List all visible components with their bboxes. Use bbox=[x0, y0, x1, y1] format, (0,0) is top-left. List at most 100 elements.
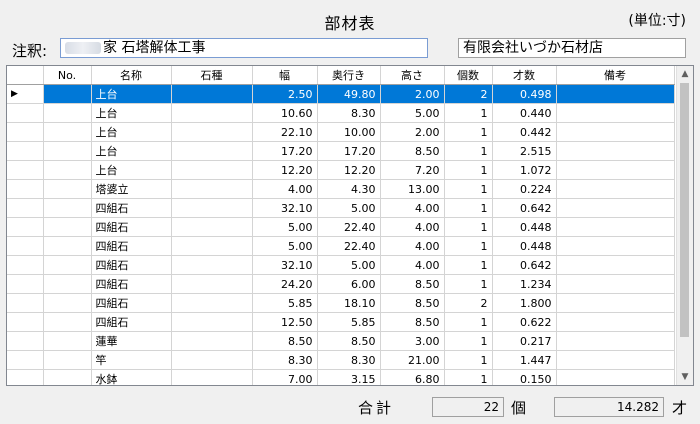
col-header-remarks[interactable]: 備考 bbox=[556, 66, 675, 85]
cell-height[interactable]: 2.00 bbox=[380, 84, 445, 104]
cell-width[interactable]: 32.10 bbox=[252, 255, 318, 275]
cell-count[interactable]: 1 bbox=[444, 274, 493, 294]
cell-name[interactable]: 上台 bbox=[91, 103, 172, 123]
cell-remarks[interactable] bbox=[556, 369, 675, 385]
cell-no[interactable] bbox=[43, 236, 92, 256]
cell-sai[interactable]: 0.440 bbox=[492, 103, 557, 123]
row-header[interactable] bbox=[7, 312, 44, 332]
cell-remarks[interactable] bbox=[556, 293, 675, 313]
cell-depth[interactable]: 18.10 bbox=[317, 293, 381, 313]
cell-name[interactable]: 上台 bbox=[91, 160, 172, 180]
cell-count[interactable]: 1 bbox=[444, 217, 493, 237]
cell-depth[interactable]: 5.00 bbox=[317, 198, 381, 218]
cell-no[interactable] bbox=[43, 198, 92, 218]
cell-stone[interactable] bbox=[171, 141, 253, 161]
col-header-width[interactable]: 幅 bbox=[252, 66, 318, 85]
cell-height[interactable]: 4.00 bbox=[380, 255, 445, 275]
cell-count[interactable]: 1 bbox=[444, 122, 493, 142]
row-header[interactable] bbox=[7, 160, 44, 180]
table-row[interactable]: 四組石 5.00 22.40 4.00 1 0.448 bbox=[7, 236, 675, 256]
cell-count[interactable]: 2 bbox=[444, 293, 493, 313]
col-header-name[interactable]: 名称 bbox=[91, 66, 172, 85]
cell-count[interactable]: 1 bbox=[444, 255, 493, 275]
cell-remarks[interactable] bbox=[556, 103, 675, 123]
cell-height[interactable]: 8.50 bbox=[380, 312, 445, 332]
cell-stone[interactable] bbox=[171, 255, 253, 275]
cell-depth[interactable]: 6.00 bbox=[317, 274, 381, 294]
cell-no[interactable] bbox=[43, 274, 92, 294]
cell-count[interactable]: 1 bbox=[444, 179, 493, 199]
cell-depth[interactable]: 8.50 bbox=[317, 331, 381, 351]
col-header-height[interactable]: 高さ bbox=[380, 66, 445, 85]
cell-count[interactable]: 1 bbox=[444, 369, 493, 385]
table-row[interactable]: 塔婆立 4.00 4.30 13.00 1 0.224 bbox=[7, 179, 675, 199]
cell-stone[interactable] bbox=[171, 350, 253, 370]
cell-remarks[interactable] bbox=[556, 236, 675, 256]
cell-sai[interactable]: 1.800 bbox=[492, 293, 557, 313]
cell-sai[interactable]: 0.622 bbox=[492, 312, 557, 332]
cell-stone[interactable] bbox=[171, 312, 253, 332]
cell-no[interactable] bbox=[43, 179, 92, 199]
col-header-no[interactable]: No. bbox=[43, 66, 92, 85]
row-header[interactable] bbox=[7, 293, 44, 313]
cell-stone[interactable] bbox=[171, 179, 253, 199]
cell-width[interactable]: 12.50 bbox=[252, 312, 318, 332]
cell-name[interactable]: 四組石 bbox=[91, 274, 172, 294]
cell-width[interactable]: 2.50 bbox=[252, 84, 318, 104]
row-header[interactable]: ▶ bbox=[7, 84, 44, 104]
cell-width[interactable]: 7.00 bbox=[252, 369, 318, 385]
cell-width[interactable]: 5.85 bbox=[252, 293, 318, 313]
cell-stone[interactable] bbox=[171, 331, 253, 351]
table-row[interactable]: 四組石 5.00 22.40 4.00 1 0.448 bbox=[7, 217, 675, 237]
table-row[interactable]: 上台 22.10 10.00 2.00 1 0.442 bbox=[7, 122, 675, 142]
cell-count[interactable]: 2 bbox=[444, 84, 493, 104]
cell-depth[interactable]: 8.30 bbox=[317, 350, 381, 370]
cell-remarks[interactable] bbox=[556, 312, 675, 332]
cell-name[interactable]: 上台 bbox=[91, 141, 172, 161]
table-row[interactable]: 四組石 32.10 5.00 4.00 1 0.642 bbox=[7, 198, 675, 218]
cell-depth[interactable]: 5.00 bbox=[317, 255, 381, 275]
cell-remarks[interactable] bbox=[556, 350, 675, 370]
cell-height[interactable]: 8.50 bbox=[380, 274, 445, 294]
table-row[interactable]: 上台 12.20 12.20 7.20 1 1.072 bbox=[7, 160, 675, 180]
cell-name[interactable]: 水鉢 bbox=[91, 369, 172, 385]
cell-stone[interactable] bbox=[171, 103, 253, 123]
col-header-sai[interactable]: 才数 bbox=[492, 66, 557, 85]
table-row[interactable]: 竿 8.30 8.30 21.00 1 1.447 bbox=[7, 350, 675, 370]
cell-stone[interactable] bbox=[171, 122, 253, 142]
cell-remarks[interactable] bbox=[556, 274, 675, 294]
cell-count[interactable]: 1 bbox=[444, 236, 493, 256]
cell-count[interactable]: 1 bbox=[444, 160, 493, 180]
cell-remarks[interactable] bbox=[556, 217, 675, 237]
cell-stone[interactable] bbox=[171, 274, 253, 294]
shop-name-field[interactable]: 有限会社いづか石材店 bbox=[458, 38, 686, 58]
cell-depth[interactable]: 3.15 bbox=[317, 369, 381, 385]
cell-count[interactable]: 1 bbox=[444, 103, 493, 123]
cell-count[interactable]: 1 bbox=[444, 141, 493, 161]
cell-sai[interactable]: 1.447 bbox=[492, 350, 557, 370]
cell-name[interactable]: 四組石 bbox=[91, 198, 172, 218]
row-header[interactable] bbox=[7, 179, 44, 199]
table-row[interactable]: 四組石 12.50 5.85 8.50 1 0.622 bbox=[7, 312, 675, 332]
row-header[interactable] bbox=[7, 236, 44, 256]
cell-count[interactable]: 1 bbox=[444, 198, 493, 218]
cell-depth[interactable]: 17.20 bbox=[317, 141, 381, 161]
cell-name[interactable]: 四組石 bbox=[91, 255, 172, 275]
cell-count[interactable]: 1 bbox=[444, 312, 493, 332]
cell-width[interactable]: 12.20 bbox=[252, 160, 318, 180]
cell-no[interactable] bbox=[43, 160, 92, 180]
cell-height[interactable]: 21.00 bbox=[380, 350, 445, 370]
cell-depth[interactable]: 4.30 bbox=[317, 179, 381, 199]
cell-stone[interactable] bbox=[171, 217, 253, 237]
row-header[interactable] bbox=[7, 274, 44, 294]
cell-remarks[interactable] bbox=[556, 179, 675, 199]
cell-depth[interactable]: 10.00 bbox=[317, 122, 381, 142]
cell-stone[interactable] bbox=[171, 293, 253, 313]
cell-remarks[interactable] bbox=[556, 160, 675, 180]
cell-height[interactable]: 6.80 bbox=[380, 369, 445, 385]
cell-no[interactable] bbox=[43, 350, 92, 370]
cell-width[interactable]: 24.20 bbox=[252, 274, 318, 294]
cell-sai[interactable]: 1.072 bbox=[492, 160, 557, 180]
table-row[interactable]: 四組石 32.10 5.00 4.00 1 0.642 bbox=[7, 255, 675, 275]
cell-depth[interactable]: 5.85 bbox=[317, 312, 381, 332]
